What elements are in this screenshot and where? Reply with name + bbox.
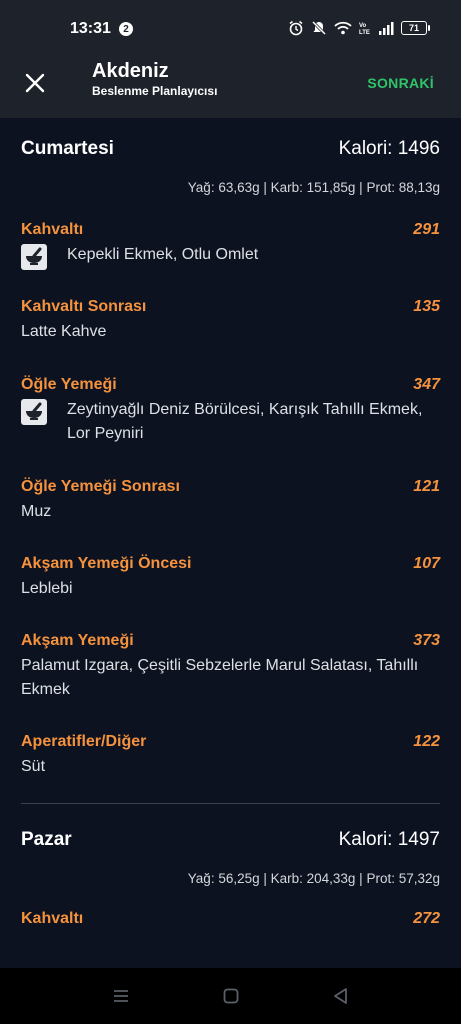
- meal-description: Süt: [21, 758, 46, 775]
- battery-icon: 71: [401, 21, 430, 35]
- meal-head: Kahvaltı 272: [21, 910, 440, 928]
- meal-head: Öğle Yemeği Sonrası 121: [21, 478, 440, 496]
- meal-head: Aperatifler/Diğer 122: [21, 733, 440, 751]
- meal-head: Akşam Yemeği Öncesi 107: [21, 555, 440, 573]
- home-icon[interactable]: [221, 986, 241, 1006]
- day-macros: Yağ: 63,63g | Karb: 151,85g | Prot: 88,1…: [187, 180, 440, 195]
- day-name: Pazar: [21, 829, 72, 850]
- meal-body: Muz: [21, 500, 440, 524]
- status-bar: 13:31 2 Vo LTE 71: [0, 0, 461, 46]
- meal-name: Kahvaltı: [21, 221, 84, 238]
- recent-apps-icon[interactable]: [111, 986, 131, 1006]
- meal-calories: 135: [413, 298, 440, 315]
- close-icon[interactable]: [22, 70, 48, 96]
- meal-item[interactable]: Kahvaltı 291 Kepekli Ekmek, Otlu Omlet: [0, 221, 461, 270]
- meal-body: Kepekli Ekmek, Otlu Omlet: [21, 243, 440, 270]
- meal-calories: 347: [413, 376, 440, 393]
- signal-icon: [379, 22, 394, 35]
- meal-description: Palamut Izgara, Çeşitli Sebzelerle Marul…: [21, 657, 419, 698]
- meal-body: Leblebi: [21, 577, 440, 601]
- meal-name: Akşam Yemeği Öncesi: [21, 555, 192, 572]
- meal-calories: 291: [413, 221, 440, 238]
- app-header: Akdeniz Beslenme Planlayıcısı SONRAKİ: [0, 46, 461, 118]
- day-header: Pazar Kalori: 1497: [0, 825, 461, 855]
- meal-name: Aperatifler/Diğer: [21, 733, 147, 750]
- day-name: Cumartesi: [21, 138, 114, 159]
- meal-description: Latte Kahve: [21, 323, 107, 340]
- meal-body: Zeytinyağlı Deniz Börülcesi, Karışık Tah…: [21, 398, 440, 446]
- meal-name: Öğle Yemeği: [21, 376, 117, 393]
- status-time: 13:31: [70, 20, 111, 37]
- meal-description: Kepekli Ekmek, Otlu Omlet: [67, 246, 259, 263]
- meal-head: Öğle Yemeği 347: [21, 376, 440, 394]
- meal-description: Zeytinyağlı Deniz Börülcesi, Karışık Tah…: [67, 401, 423, 442]
- back-icon[interactable]: [331, 986, 351, 1006]
- meal-head: Akşam Yemeği 373: [21, 632, 440, 650]
- meal-calories: 121: [413, 478, 440, 495]
- svg-text:Vo: Vo: [359, 23, 367, 29]
- wifi-icon: [334, 21, 352, 35]
- meal-name: Öğle Yemeği Sonrası: [21, 478, 180, 495]
- plan-content[interactable]: Cumartesi Kalori: 1496 Yağ: 63,63g | Kar…: [0, 118, 461, 968]
- day-section: Pazar Kalori: 1497 Yağ: 56,25g | Karb: 2…: [0, 825, 461, 928]
- notification-badge: 2: [119, 22, 133, 36]
- day-calories: Kalori: 1496: [338, 138, 440, 159]
- page-subtitle: Beslenme Planlayıcısı: [92, 84, 218, 98]
- volte-icon: Vo LTE: [359, 23, 370, 35]
- status-icons: Vo LTE 71: [288, 20, 430, 36]
- meal-head: Kahvaltı Sonrası 135: [21, 298, 440, 316]
- meal-calories: 122: [413, 733, 440, 750]
- meal-description: Leblebi: [21, 580, 73, 597]
- system-nav-bar: [0, 968, 461, 1024]
- meal-description: Muz: [21, 503, 52, 520]
- mortar-pestle-icon: [21, 399, 47, 425]
- day-section: Cumartesi Kalori: 1496 Yağ: 63,63g | Kar…: [0, 134, 461, 779]
- next-button[interactable]: SONRAKİ: [367, 75, 434, 91]
- meal-body: Palamut Izgara, Çeşitli Sebzelerle Marul…: [21, 654, 440, 702]
- page-title: Akdeniz: [92, 60, 169, 82]
- mute-icon: [311, 20, 327, 36]
- meal-body: Latte Kahve: [21, 320, 440, 344]
- day-header: Cumartesi Kalori: 1496: [0, 134, 461, 164]
- meal-item[interactable]: Öğle Yemeği 347 Zeytinyağlı Deniz Börülc…: [0, 376, 461, 446]
- meal-body: Süt: [21, 755, 440, 779]
- meal-item[interactable]: Öğle Yemeği Sonrası 121 Muz: [0, 478, 461, 524]
- alarm-icon: [289, 20, 303, 36]
- meal-calories: 272: [413, 910, 440, 927]
- meal-name: Kahvaltı: [21, 910, 84, 927]
- meal-item[interactable]: Akşam Yemeği Öncesi 107 Leblebi: [0, 555, 461, 601]
- day-divider: [21, 803, 440, 804]
- meal-name: Kahvaltı Sonrası: [21, 298, 147, 315]
- meal-item[interactable]: Aperatifler/Diğer 122 Süt: [0, 733, 461, 779]
- meal-calories: 107: [413, 555, 440, 572]
- meal-item[interactable]: Akşam Yemeği 373 Palamut Izgara, Çeşitli…: [0, 632, 461, 702]
- meal-item[interactable]: Kahvaltı 272: [0, 910, 461, 928]
- meal-head: Kahvaltı 291: [21, 221, 440, 239]
- svg-text:LTE: LTE: [359, 30, 370, 35]
- meal-name: Akşam Yemeği: [21, 632, 134, 649]
- meal-calories: 373: [413, 632, 440, 649]
- meal-item[interactable]: Kahvaltı Sonrası 135 Latte Kahve: [0, 298, 461, 344]
- day-macros: Yağ: 56,25g | Karb: 204,33g | Prot: 57,3…: [187, 871, 440, 886]
- day-calories: Kalori: 1497: [338, 829, 440, 850]
- mortar-pestle-icon: [21, 244, 47, 270]
